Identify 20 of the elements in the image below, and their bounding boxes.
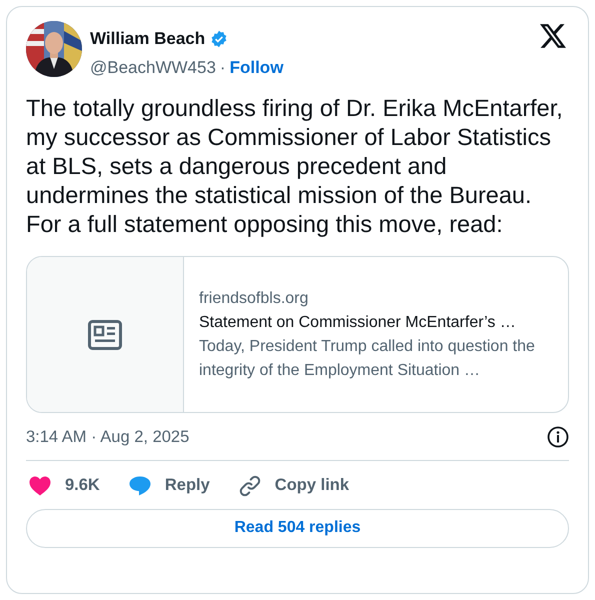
follow-link[interactable]: Follow bbox=[230, 54, 284, 80]
author-name[interactable]: William Beach bbox=[90, 26, 206, 52]
copy-link-button[interactable]: Copy link bbox=[236, 473, 350, 498]
separator: · bbox=[220, 56, 226, 78]
link-description: Today, President Trump called into question the integrity of the Employment Situation … bbox=[199, 336, 536, 380]
link-title: Statement on Commissioner McEntarfer’s … bbox=[199, 312, 517, 332]
chain-link-icon bbox=[238, 474, 261, 497]
read-replies-button[interactable]: Read 504 replies bbox=[26, 508, 569, 548]
author-handle[interactable]: @BeachWW453 bbox=[90, 54, 216, 80]
speech-bubble-icon bbox=[128, 476, 151, 496]
tweet-text: The totally groundless firing of Dr. Erika McEntarfer, my successor as Commissioner of Labor Statistics at BLS, sets a dangerous precedent and undermines the statistical mission of the Bureau. For a full statement opposing this move, read: bbox=[26, 94, 564, 239]
article-icon bbox=[88, 320, 122, 350]
reply-button[interactable]: Reply bbox=[126, 473, 210, 498]
x-logo-icon[interactable] bbox=[540, 24, 566, 48]
heart-icon bbox=[29, 476, 51, 496]
link-preview-card[interactable]: friendsofbls.org Statement on Commissioner McEntarfer’s … Today, President Trump called into question the integrity of the Employment Situation … bbox=[26, 256, 569, 413]
timestamp[interactable]: 3:14 AM · Aug 2, 2025 bbox=[26, 425, 190, 450]
like-button[interactable]: 9.6K bbox=[26, 473, 100, 498]
info-icon[interactable] bbox=[547, 426, 569, 448]
link-domain: friendsofbls.org bbox=[199, 288, 310, 308]
